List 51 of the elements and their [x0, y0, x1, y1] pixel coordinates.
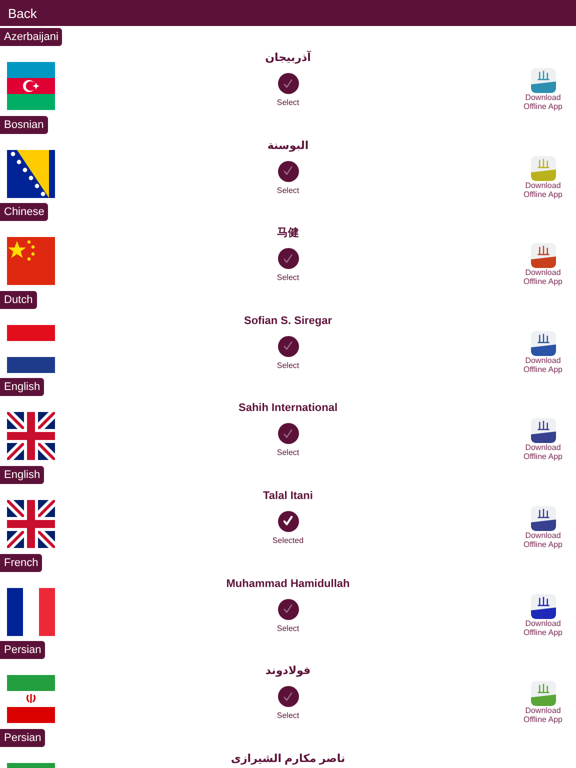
selection-status: Select [276, 98, 300, 108]
select-button[interactable] [278, 598, 298, 620]
language-label: English [0, 466, 44, 484]
language-label: English [0, 378, 44, 396]
language-label: Bosnian [0, 116, 48, 134]
language-label: Azerbaijani [0, 28, 62, 46]
flag-icon [7, 500, 55, 548]
select-button[interactable] [278, 336, 298, 357]
select-button[interactable] [278, 73, 298, 94]
selection-status: Select [276, 448, 300, 458]
translator-name: Muhammad Hamidullah [226, 576, 350, 591]
download-button[interactable]: Download Offline App [512, 506, 574, 554]
flag-icon [7, 324, 55, 373]
translator-name: آذربیجان [265, 51, 311, 65]
select-button[interactable] [278, 160, 298, 182]
translator-name: Sahih International [238, 401, 338, 416]
selection-status: Selected [272, 536, 304, 546]
language-label: Chinese [0, 203, 48, 222]
translator-name: ناصر مكارم الشيرازى [230, 752, 346, 766]
download-button[interactable]: Download Offline App [512, 243, 574, 291]
language-label: French [0, 554, 42, 572]
download-button[interactable]: Download Offline App [512, 681, 574, 729]
back-button[interactable]: Back [0, 6, 37, 20]
flag-icon [7, 675, 55, 724]
flag-icon [7, 588, 55, 636]
language-label: Persian [0, 641, 46, 660]
select-button[interactable] [278, 686, 298, 708]
flag-icon [7, 237, 55, 286]
selection-status: Select [276, 711, 300, 722]
flag-icon [7, 150, 55, 198]
translator-name: 马健 [277, 226, 299, 240]
selection-status: Select [276, 624, 300, 634]
selection-status: Select [276, 360, 300, 371]
translator-name: Sofian S. Siregar [244, 314, 332, 328]
download-button[interactable]: Download Offline App [512, 156, 574, 204]
selection-status: Select [276, 186, 300, 196]
download-button[interactable]: Download Offline App [512, 330, 574, 378]
select-button[interactable] [278, 510, 298, 532]
download-button[interactable]: Download Offline App [512, 68, 574, 116]
translator-name: فولادوند [265, 664, 311, 678]
select-button[interactable] [278, 423, 298, 444]
download-button[interactable]: Download Offline App [512, 418, 574, 466]
flag-icon [7, 62, 55, 110]
language-label: Persian [0, 728, 46, 747]
flag-icon [7, 412, 55, 460]
translator-name: Talal Itani [263, 488, 313, 503]
translator-name: البوسنة [267, 138, 309, 153]
download-button[interactable]: Download Offline App [512, 594, 574, 642]
selection-status: Select [276, 273, 300, 284]
language-label: Dutch [0, 290, 37, 309]
select-button[interactable] [278, 248, 298, 270]
